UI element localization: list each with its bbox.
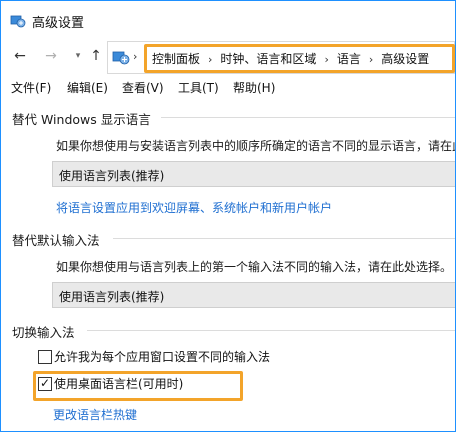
chevron-right-icon[interactable]: ›: [133, 50, 137, 63]
section-divider: [87, 330, 455, 331]
control-panel-window: 高级设置 ← → ▾ ↑ › 控制面板 › 时钟、语言和区域 › 语言 › 高级设置 文件(…: [0, 0, 456, 432]
menu-tools[interactable]: 工具(T): [178, 79, 219, 96]
display-language-select[interactable]: 使用语言列表(推荐): [52, 161, 455, 187]
menu-view[interactable]: 查看(V): [122, 79, 164, 96]
per-app-input-method-option[interactable]: 允许我为每个应用窗口设置不同的输入法: [38, 347, 298, 367]
per-app-input-method-checkbox[interactable]: [38, 350, 52, 364]
breadcrumb-item[interactable]: 语言: [337, 52, 361, 66]
control-panel-icon: [10, 13, 26, 29]
breadcrumb-item[interactable]: 高级设置: [381, 52, 429, 66]
input-method-select[interactable]: 使用语言列表(推荐): [52, 282, 455, 308]
navigation-bar: ← → ▾ ↑ › 控制面板 › 时钟、语言和区域 › 语言 › 高级设置: [1, 39, 455, 75]
per-app-input-method-label: 允许我为每个应用窗口设置不同的输入法: [54, 350, 271, 364]
apply-language-settings-link[interactable]: 将语言设置应用到欢迎屏幕、系统帐户和新用户帐户: [56, 199, 332, 216]
up-arrow-icon[interactable]: ↑: [88, 48, 104, 64]
section-divider: [161, 117, 455, 118]
input-method-heading: 替代默认输入法: [12, 233, 100, 248]
change-language-bar-hotkeys-link[interactable]: 更改语言栏热键: [53, 406, 137, 423]
chevron-right-icon[interactable]: ›: [369, 53, 373, 66]
menu-bar: 文件(F) 编辑(E) 查看(V) 工具(T) 帮助(H): [1, 75, 455, 97]
input-method-selected-value: 使用语言列表(推荐): [59, 290, 165, 304]
desktop-language-bar-option[interactable]: ✓ 使用桌面语言栏(可用时): [38, 374, 228, 394]
forward-arrow-icon[interactable]: →: [43, 48, 59, 64]
desktop-language-bar-label: 使用桌面语言栏(可用时): [54, 377, 184, 391]
menu-edit[interactable]: 编辑(E): [67, 79, 108, 96]
section-divider: [113, 238, 455, 239]
breadcrumb-item[interactable]: 控制面板: [152, 52, 200, 66]
recent-locations-chevron-icon[interactable]: ▾: [70, 48, 86, 64]
desktop-language-bar-checkbox[interactable]: ✓: [38, 376, 52, 391]
display-language-selected-value: 使用语言列表(推荐): [59, 169, 165, 183]
menu-file[interactable]: 文件(F): [11, 79, 51, 96]
chevron-right-icon[interactable]: ›: [208, 53, 212, 66]
menu-help[interactable]: 帮助(H): [233, 79, 275, 96]
display-language-description: 如果你想使用与安装语言列表中的顺序所确定的语言不同的显示语言，请在此: [56, 139, 455, 153]
address-bar[interactable]: › 控制面板 › 时钟、语言和区域 › 语言 › 高级设置: [107, 41, 455, 74]
back-arrow-icon[interactable]: ←: [12, 48, 28, 64]
checkmark-icon: ✓: [40, 376, 51, 390]
control-panel-icon: [112, 48, 130, 66]
breadcrumb-item[interactable]: 时钟、语言和区域: [220, 52, 316, 66]
chevron-right-icon[interactable]: ›: [324, 53, 328, 66]
window-title: 高级设置: [32, 16, 85, 31]
input-method-description: 如果你想使用与语言列表上的第一个输入法不同的输入法，请在此处选择。: [56, 260, 453, 274]
display-language-heading: 替代 Windows 显示语言: [12, 112, 151, 127]
breadcrumb: 控制面板 › 时钟、语言和区域 › 语言 › 高级设置: [152, 50, 429, 67]
switch-input-heading: 切换输入法: [12, 325, 75, 340]
title-bar: 高级设置: [1, 1, 455, 39]
